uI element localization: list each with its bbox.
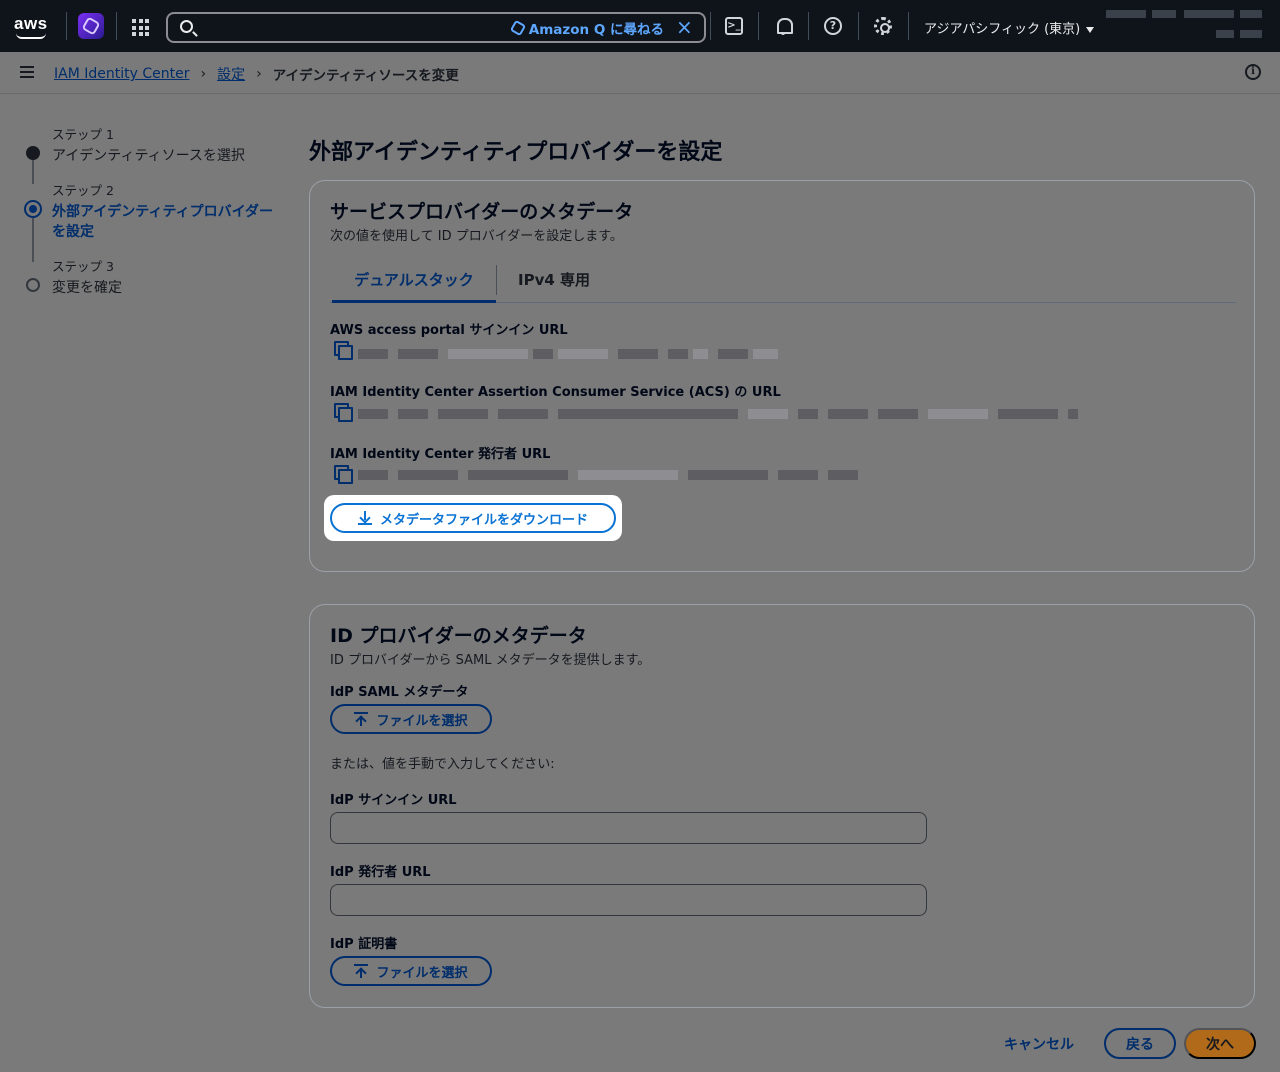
- choose-file-label: ファイルを選択: [376, 712, 468, 728]
- idp-issuer-url-label: IdP 発行者 URL: [330, 865, 431, 880]
- tab-divider: [496, 265, 497, 295]
- step-complete-icon: [26, 146, 40, 160]
- nav-divider: [858, 12, 859, 40]
- nav-divider: [908, 12, 909, 40]
- top-navigation: aws Amazon Q に尋ねる × >_ ? アジアパシフィック (東京): [0, 0, 1280, 52]
- step-pending-icon: [26, 278, 40, 292]
- step-number: ステップ 3: [52, 259, 114, 274]
- breadcrumb-iam-identity-center[interactable]: IAM Identity Center: [54, 66, 189, 82]
- search-bar[interactable]: Amazon Q に尋ねる ×: [166, 12, 706, 43]
- idp-certificate-label: IdP 証明書: [330, 937, 398, 952]
- page-title: 外部アイデンティティプロバイダーを設定: [309, 140, 723, 165]
- download-metadata-label: メタデータファイルをダウンロード: [379, 511, 588, 527]
- choose-saml-file-button[interactable]: ファイルを選択: [330, 704, 492, 734]
- acs-url-label: IAM Identity Center Assertion Consumer S…: [330, 385, 781, 400]
- gear-icon[interactable]: [874, 17, 892, 35]
- breadcrumb-current: アイデンティティソースを変更: [272, 68, 459, 84]
- aws-logo[interactable]: aws: [14, 14, 50, 40]
- account-menu-redacted[interactable]: [1100, 8, 1270, 42]
- idp-saml-label: IdP SAML メタデータ: [330, 685, 469, 700]
- back-button[interactable]: 戻る: [1104, 1028, 1176, 1059]
- step-label: 外部アイデンティティプロバイダーを設定: [52, 204, 274, 240]
- step-3: ステップ 3 変更を確定: [26, 256, 286, 298]
- step-number: ステップ 2: [52, 183, 114, 198]
- aws-logo-text: aws: [14, 14, 48, 33]
- step-1[interactable]: ステップ 1 アイデンティティソースを選択: [26, 124, 286, 180]
- choose-certificate-file-button[interactable]: ファイルを選択: [330, 956, 492, 986]
- idp-metadata-title: ID プロバイダーのメタデータ: [330, 625, 587, 647]
- portal-url-label: AWS access portal サインイン URL: [330, 323, 568, 338]
- menu-icon[interactable]: [20, 66, 34, 78]
- copy-icon[interactable]: [334, 465, 353, 484]
- idp-issuer-url-input[interactable]: [330, 884, 927, 916]
- step-2: ステップ 2 外部アイデンティティプロバイダーを設定: [24, 180, 286, 256]
- copy-icon[interactable]: [334, 403, 353, 422]
- portal-url-value-redacted: [358, 349, 788, 359]
- nav-divider: [710, 12, 711, 40]
- amazon-q-small-icon: [509, 19, 526, 37]
- breadcrumb-settings[interactable]: 設定: [217, 64, 245, 84]
- copy-icon[interactable]: [334, 341, 353, 360]
- step-number: ステップ 1: [52, 127, 114, 142]
- search-icon: [180, 20, 193, 33]
- close-icon[interactable]: ×: [676, 17, 693, 37]
- sp-metadata-title: サービスプロバイダーのメタデータ: [330, 201, 634, 223]
- next-button[interactable]: 次へ: [1184, 1028, 1256, 1059]
- help-icon[interactable]: ?: [824, 17, 842, 35]
- nav-divider: [66, 12, 67, 40]
- sp-metadata-panel: サービスプロバイダーのメタデータ 次の値を使用して ID プロバイダーを設定しま…: [309, 180, 1255, 572]
- breadcrumb: IAM Identity Center › 設定 › アイデンティティソースを変…: [54, 64, 459, 84]
- idp-signin-url-label: IdP サインイン URL: [330, 793, 457, 808]
- region-selector[interactable]: アジアパシフィック (東京): [924, 18, 1095, 37]
- region-label: アジアパシフィック (東京): [924, 22, 1081, 37]
- step-label: 変更を確定: [52, 280, 122, 296]
- ask-amazon-q-button[interactable]: Amazon Q に尋ねる: [509, 19, 664, 38]
- chevron-right-icon: ›: [200, 66, 207, 82]
- manual-entry-text: または、値を手動で入力してください:: [330, 757, 555, 772]
- amazon-q-icon[interactable]: [78, 13, 104, 39]
- step-label: アイデンティティソースを選択: [52, 148, 245, 164]
- idp-signin-url-input[interactable]: [330, 812, 927, 844]
- cloudshell-icon[interactable]: >_: [725, 17, 743, 35]
- download-metadata-button[interactable]: メタデータファイルをダウンロード: [330, 503, 616, 533]
- nav-divider: [116, 12, 117, 40]
- tab-dual-stack[interactable]: デュアルスタック: [332, 267, 496, 303]
- amazon-q-hex-mark: [81, 16, 101, 36]
- info-icon[interactable]: i: [1245, 64, 1261, 80]
- ask-amazon-q-label: Amazon Q に尋ねる: [528, 22, 664, 38]
- tab-list: デュアルスタック IPv4 専用: [330, 263, 1236, 303]
- acs-url-value-redacted: [358, 409, 1078, 419]
- bell-icon[interactable]: [774, 17, 793, 35]
- chevron-right-icon: ›: [256, 66, 262, 82]
- nav-divider: [808, 12, 809, 40]
- wizard-steps: ステップ 1 アイデンティティソースを選択 ステップ 2 外部アイデンティティプ…: [24, 124, 286, 298]
- nav-divider: [758, 12, 759, 40]
- download-icon: [357, 511, 372, 525]
- download-highlight: メタデータファイルをダウンロード: [324, 495, 622, 541]
- issuer-url-label: IAM Identity Center 発行者 URL: [330, 447, 551, 462]
- upload-icon: [354, 712, 369, 726]
- cancel-button[interactable]: キャンセル: [1004, 1034, 1074, 1054]
- issuer-url-value-redacted: [358, 470, 868, 480]
- upload-icon: [354, 964, 369, 978]
- sp-metadata-description: 次の値を使用して ID プロバイダーを設定します。: [330, 229, 623, 244]
- step-active-icon: [24, 200, 42, 218]
- choose-file-label: ファイルを選択: [376, 964, 468, 980]
- idp-metadata-description: ID プロバイダーから SAML メタデータを提供します。: [330, 653, 651, 668]
- idp-metadata-panel: ID プロバイダーのメタデータ ID プロバイダーから SAML メタデータを提…: [309, 604, 1255, 1008]
- breadcrumb-bar: IAM Identity Center › 設定 › アイデンティティソースを変…: [0, 52, 1280, 94]
- aws-smile-mark: [16, 33, 46, 39]
- tab-ipv4-only[interactable]: IPv4 専用: [518, 267, 590, 303]
- app-grid-icon[interactable]: [132, 19, 149, 36]
- caret-down-icon: [1086, 26, 1095, 33]
